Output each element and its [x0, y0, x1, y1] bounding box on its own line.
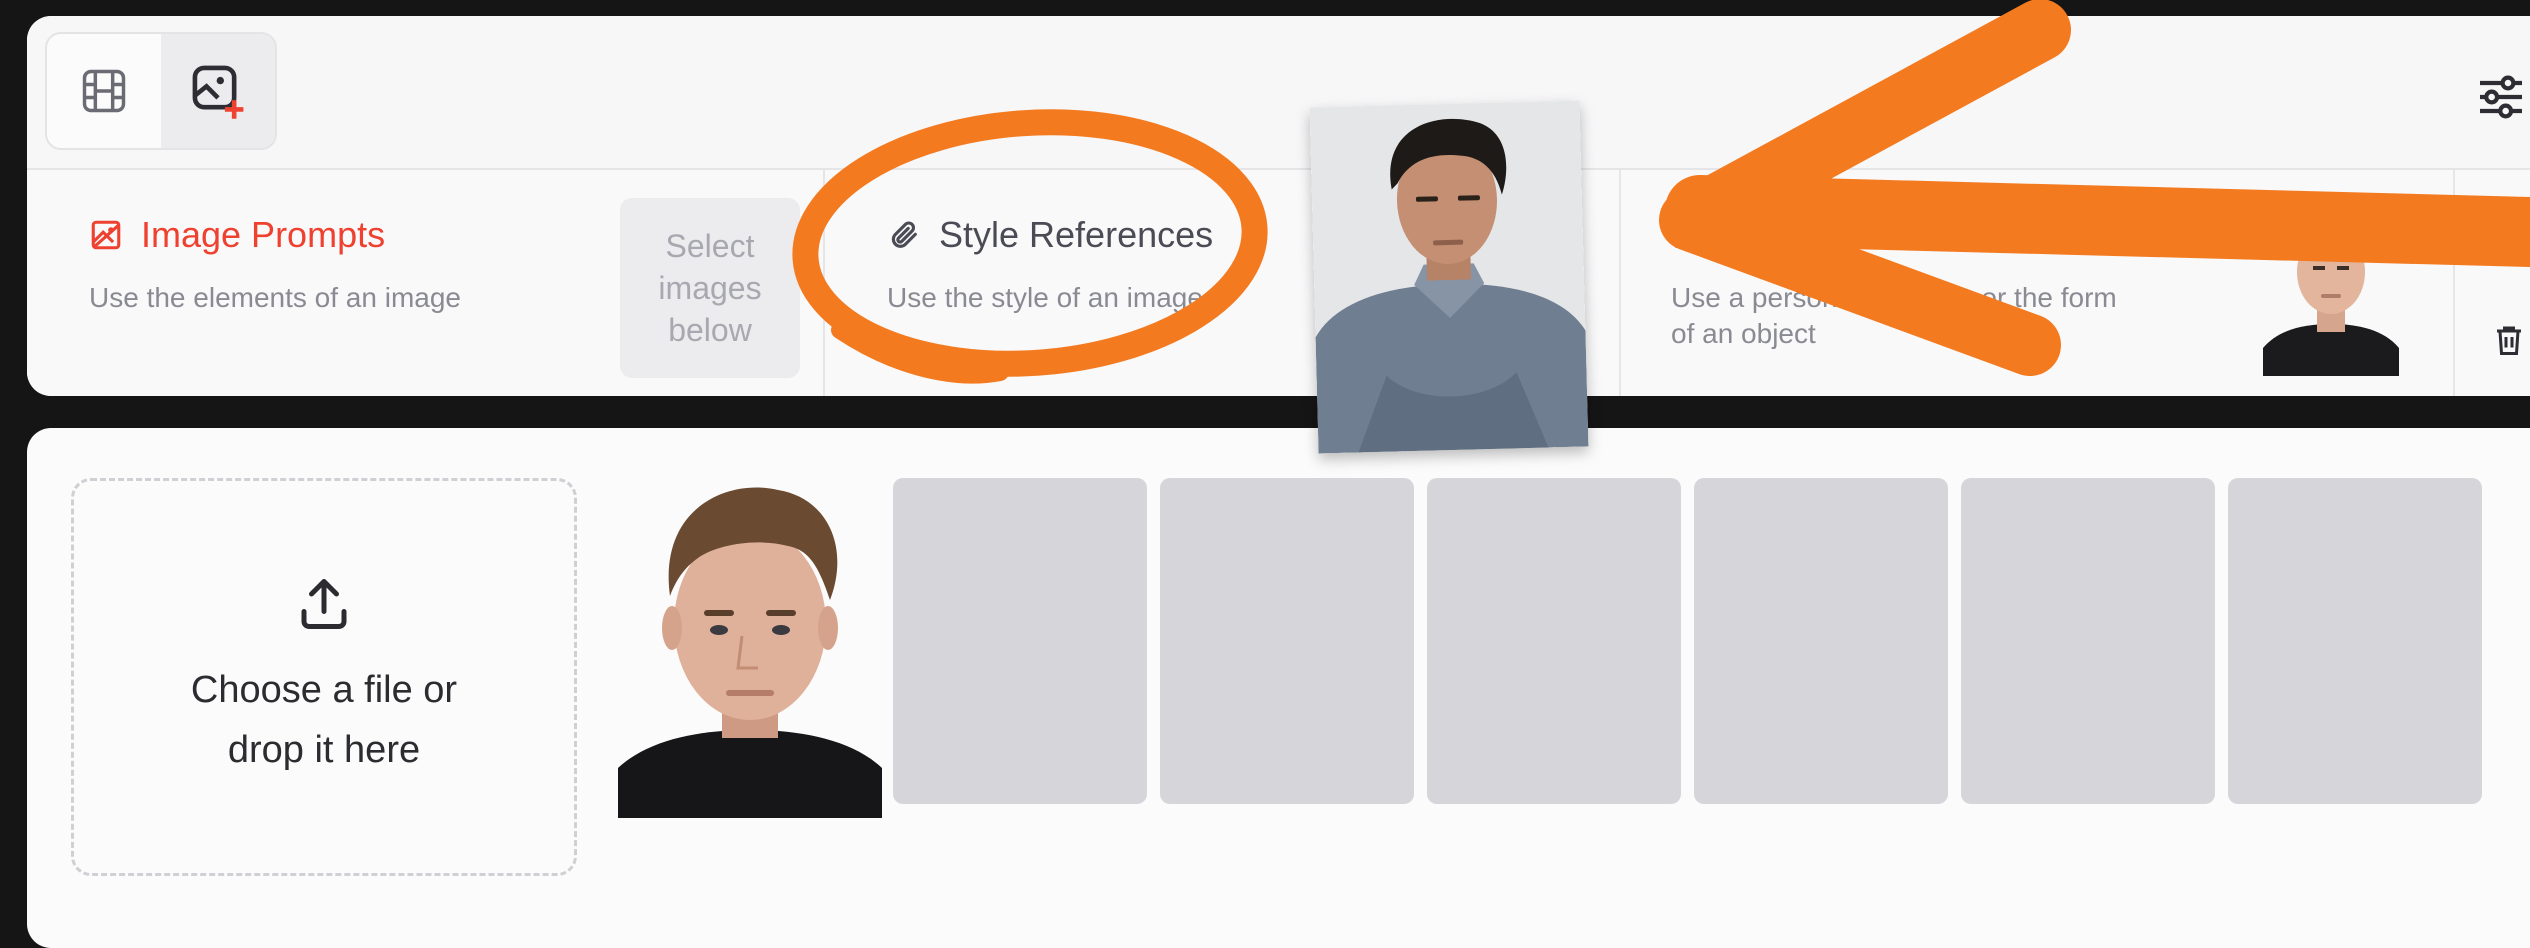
image-mode-button[interactable] [161, 34, 275, 148]
image-prompts-label: Image Prompts [141, 214, 386, 255]
omni-reference-title: Omni Reference [1671, 214, 1985, 256]
omni-active-indicator[interactable] [2117, 220, 2151, 254]
gallery-slot[interactable] [1961, 478, 2215, 804]
upload-dropzone[interactable]: Choose a file or drop it here [71, 478, 577, 876]
style-references-description: Use the style of an image [887, 282, 1203, 313]
gallery-slot[interactable] [893, 478, 1147, 804]
gallery-image-portrait[interactable] [618, 468, 882, 818]
gallery-slot[interactable] [1694, 478, 1948, 804]
gallery-slot[interactable] [1427, 478, 1681, 804]
image-icon [89, 217, 125, 253]
style-references-title: Style References [887, 214, 1213, 256]
trash-icon[interactable] [2491, 322, 2527, 358]
image-add-icon [192, 65, 244, 119]
select-images-hint: Select images below [620, 198, 800, 378]
paperclip-icon [887, 217, 923, 253]
upload-label: Choose a file or drop it here [190, 669, 458, 771]
image-prompts-title: Image Prompts [89, 214, 385, 256]
mode-toggle [45, 32, 277, 150]
image-gallery-panel: Choose a file or drop it here [27, 428, 2530, 948]
image-prompts-description: Use the elements of an image [89, 282, 461, 313]
reference-types: Image Prompts Use the elements of an ima… [27, 168, 2530, 396]
omni-reference-description: Use a person's likeness, or the form of … [1671, 282, 2117, 349]
lock-icon[interactable] [2491, 208, 2527, 244]
gallery-slot[interactable] [2228, 478, 2482, 804]
toolbar [27, 16, 2530, 168]
omni-reference-label: Omni Reference [1723, 214, 1986, 255]
omni-reference-thumbnail[interactable] [2263, 198, 2399, 376]
film-icon [82, 69, 126, 113]
video-mode-button[interactable] [47, 34, 161, 148]
reference-actions [2455, 170, 2530, 396]
dragged-style-image[interactable] [1309, 100, 1589, 454]
sliders-icon [2480, 75, 2522, 119]
upload-icon [301, 579, 347, 629]
reference-panel: Image Prompts Use the elements of an ima… [27, 16, 2530, 396]
omni-reference-section[interactable]: Omni Reference Use a person's likeness, … [1621, 170, 2455, 396]
style-references-label: Style References [939, 214, 1214, 255]
gallery-slot[interactable] [1160, 478, 1414, 804]
settings-button[interactable] [2473, 62, 2530, 132]
person-icon [1671, 217, 1707, 253]
image-prompts-section[interactable]: Image Prompts Use the elements of an ima… [27, 170, 825, 396]
